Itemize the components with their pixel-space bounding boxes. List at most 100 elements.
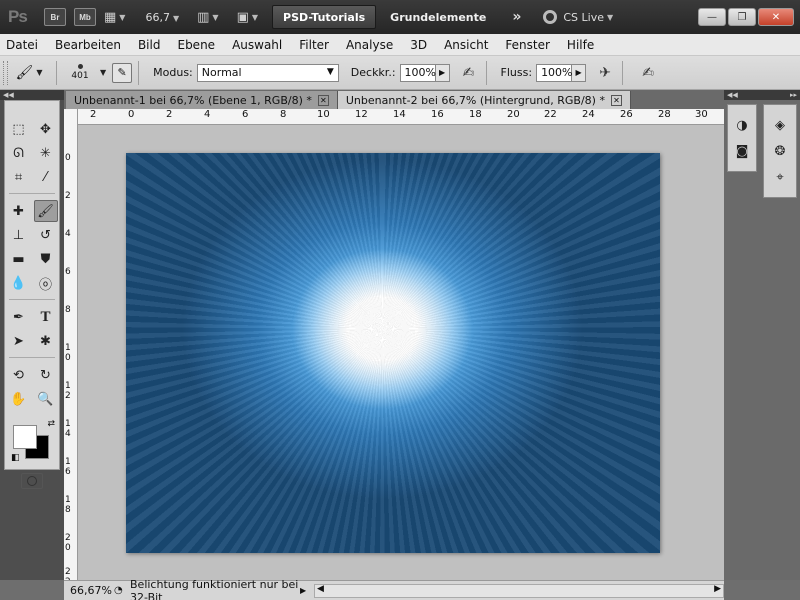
chevron-down-icon: ▼ (36, 68, 43, 77)
dodge-tool[interactable]: ⓞ (34, 272, 58, 294)
scroll-left-icon[interactable]: ◀ (317, 584, 324, 594)
canvas-area[interactable] (78, 125, 724, 580)
zoom-tool[interactable]: 🔍 (34, 388, 58, 410)
restore-button[interactable]: ❐ (728, 8, 756, 26)
opacity-input[interactable]: 100% (399, 63, 436, 82)
history-brush-tool[interactable]: ↺ (34, 224, 58, 246)
eraser-icon: ▬ (12, 251, 25, 267)
layers-panel-button[interactable]: ◈ (767, 113, 793, 137)
marquee-tool[interactable]: ⬚ (7, 118, 31, 140)
opacity-slider-toggle[interactable]: ▶ (435, 63, 450, 82)
lasso-icon: ᘏ (13, 145, 24, 161)
ruler-label: 0 (65, 153, 71, 163)
lasso-tool[interactable]: ᘏ (7, 142, 31, 164)
tablet-pressure-size-button[interactable]: ✍ (637, 62, 659, 84)
menu-ebene[interactable]: Ebene (177, 38, 215, 52)
menu-hilfe[interactable]: Hilfe (567, 38, 594, 52)
vertical-ruler[interactable]: 0 2 4 6 8 1 0 1 2 1 4 1 6 1 8 2 0 2 2 (64, 109, 78, 587)
menu-bild[interactable]: Bild (138, 38, 161, 52)
ruler-label: 22 (544, 109, 557, 120)
dock-expand-toggle[interactable]: ▸▸ (760, 90, 800, 100)
tool-preset-picker[interactable]: 🖌 ▼ (8, 61, 50, 85)
panel-dock: ▸▸ ◈ ❂ ⌖ (760, 90, 800, 580)
bridge-button[interactable]: Br (44, 7, 66, 27)
status-menu-arrow[interactable]: ▶ (300, 586, 310, 595)
menu-filter[interactable]: Filter (299, 38, 329, 52)
path-selection-tool[interactable]: ➤ (7, 330, 31, 352)
3d-rotate-tool[interactable]: ⟲ (7, 364, 31, 386)
pen-tool[interactable]: ✒ (7, 306, 31, 328)
hand-tool[interactable]: ✋ (7, 388, 31, 410)
swap-colors-icon[interactable]: ⇄ (47, 419, 55, 429)
ruler-label: 1 8 (65, 495, 71, 515)
zoom-level[interactable]: 66,7 ▼ (145, 11, 179, 24)
adjustments-panel-button[interactable]: ◑ (729, 113, 755, 137)
masks-panel-button[interactable]: ◙ (729, 139, 755, 163)
tablet-pressure-opacity-button[interactable]: ✍ (458, 62, 480, 84)
scroll-right-icon[interactable]: ▶ (714, 584, 721, 594)
menu-datei[interactable]: Datei (6, 38, 38, 52)
horizontal-ruler[interactable]: 2 0 2 4 6 8 10 12 14 16 18 20 22 24 26 2… (64, 109, 724, 125)
blur-tool[interactable]: 💧 (7, 272, 31, 294)
horizontal-scrollbar[interactable]: ◀ ▶ (314, 583, 724, 598)
menu-fenster[interactable]: Fenster (505, 38, 550, 52)
ruler-label: 24 (582, 109, 595, 120)
arrange-documents-button[interactable]: ▥ ▼ (197, 7, 218, 27)
healing-brush-tool[interactable]: ✚ (7, 200, 31, 222)
brush-icon: 🖌 (15, 64, 34, 81)
document-image[interactable] (126, 153, 660, 553)
menu-bearbeiten[interactable]: Bearbeiten (55, 38, 121, 52)
ruler-label: 1 4 (65, 419, 71, 439)
flow-slider-toggle[interactable]: ▶ (572, 63, 587, 82)
magnifier-icon: 🔍 (37, 391, 54, 407)
airbrush-button[interactable]: ✈ (594, 62, 616, 84)
workspace-grundelemente[interactable]: Grundelemente (390, 11, 486, 24)
view-extras-button[interactable]: ▦ ▼ (104, 7, 125, 27)
menu-ansicht[interactable]: Ansicht (444, 38, 488, 52)
tools-panel-collapse[interactable]: ◀◀ (0, 90, 64, 100)
3d-orbit-tool[interactable]: ↻ (34, 364, 58, 386)
close-icon[interactable]: ✕ (317, 94, 329, 106)
minimize-button[interactable]: — (698, 8, 726, 26)
ruler-label: 8 (280, 109, 287, 120)
crop-tool[interactable]: ⌗ (7, 166, 31, 188)
default-colors-icon[interactable]: ◧ (11, 453, 20, 463)
mode-select[interactable]: Normal ▼ (196, 63, 339, 82)
eyedropper-icon: ⁄ (44, 169, 47, 185)
quick-mask-button[interactable] (21, 473, 43, 489)
close-icon[interactable]: ✕ (610, 94, 622, 106)
cs-live-button[interactable]: CS Live ▼ (543, 10, 613, 24)
workspace-psd-tutorials[interactable]: PSD-Tutorials (272, 5, 377, 29)
magic-wand-tool[interactable]: ✳ (34, 142, 58, 164)
shape-tool[interactable]: ✱ (34, 330, 58, 352)
tab-unbenannt-2[interactable]: Unbenannt-2 bei 66,7% (Hintergrund, RGB/… (337, 91, 631, 109)
dock-collapse-toggle[interactable]: ◀◀ (724, 90, 760, 100)
zoom-status[interactable]: 66,67% (64, 584, 114, 597)
tab-unbenannt-1[interactable]: Unbenannt-1 bei 66,7% (Ebene 1, RGB/8) *… (66, 91, 338, 109)
channels-icon: ❂ (774, 143, 786, 159)
brush-tool[interactable]: 🖌 (33, 200, 58, 222)
chevron-down-icon[interactable]: ▼ (100, 68, 106, 77)
status-message: Belichtung funktioniert nur bei 32-Bit (130, 577, 299, 600)
flow-input[interactable]: 100% (536, 63, 573, 82)
close-button[interactable]: ✕ (758, 8, 794, 26)
type-tool[interactable]: T (34, 306, 58, 328)
paths-panel-button[interactable]: ⌖ (767, 165, 793, 189)
move-tool[interactable]: ✥ (34, 118, 58, 140)
paint-bucket-tool[interactable]: ⛊ (34, 248, 58, 270)
eyedropper-tool[interactable]: ⁄ (34, 166, 58, 188)
menu-auswahl[interactable]: Auswahl (232, 38, 282, 52)
screen-mode-button[interactable]: ▣ ▼ (237, 7, 258, 27)
brush-panel-toggle[interactable]: ✎ (112, 62, 133, 83)
foreground-color[interactable] (13, 425, 37, 449)
menu-analyse[interactable]: Analyse (346, 38, 393, 52)
more-workspaces-button[interactable]: » (512, 9, 521, 25)
eraser-tool[interactable]: ▬ (7, 248, 31, 270)
clone-stamp-tool[interactable]: ⊥ (7, 224, 31, 246)
status-info-icon[interactable]: ◔ (114, 585, 130, 596)
channels-panel-button[interactable]: ❂ (767, 139, 793, 163)
menu-3d[interactable]: 3D (410, 38, 427, 52)
mini-bridge-button[interactable]: Mb (74, 7, 96, 27)
brush-preset-picker[interactable]: 401 (63, 59, 97, 87)
mode-label: Modus: (153, 66, 193, 79)
